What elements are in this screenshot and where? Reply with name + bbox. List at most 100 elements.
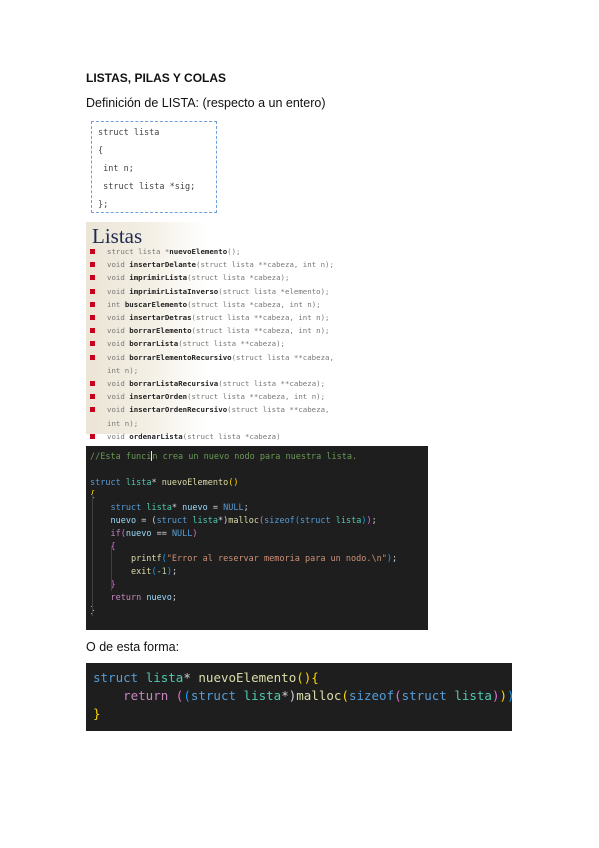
prototype-return-type: void [107, 273, 130, 283]
code-line: exit(-1); [130, 567, 178, 578]
code-token: ) [386, 554, 392, 565]
code-line: { [90, 541, 428, 554]
struct-definition-box: struct lista { int n; struct lista *sig;}… [91, 121, 217, 213]
prototype-item: void imprimirLista(struct lista *cabeza)… [88, 271, 428, 284]
code-token: *) [218, 515, 229, 526]
code-token: * [171, 503, 183, 514]
code-token: ; [171, 592, 178, 603]
code-token: ( [394, 688, 402, 703]
prototype-function-name: insertarOrdenRecursivo [129, 405, 228, 415]
code-token: malloc [228, 515, 259, 526]
code-token: lista [192, 515, 218, 526]
code-token: lista [145, 670, 184, 685]
code-line: printf("Error al reservar memoria para u… [130, 554, 398, 565]
prototype-params: (struct lista **cabeza, int n); [187, 392, 326, 402]
code-line: nuevo = (struct lista*)malloc(sizeof(str… [110, 515, 377, 526]
prototype-item: void insertarOrden(struct lista **cabeza… [88, 390, 428, 403]
prototype-function-name: buscarElemento [124, 299, 188, 309]
list-definition-intro: Definición de LISTA: (respecto a un ente… [86, 96, 326, 110]
prototype-return-type: void [107, 392, 130, 402]
prototype-return-type: void [107, 352, 130, 362]
prototype-item: void borrarListaRecursiva(struct lista *… [88, 377, 428, 390]
code-line: if(nuevo == NULL) [90, 528, 428, 541]
prototype-function-name: borrarListaRecursiva [129, 379, 219, 389]
bullet-icon [90, 433, 95, 439]
code-line: } [90, 579, 428, 592]
prototype-params: (struct lista *cabeza, int n); [187, 299, 321, 309]
code-token: nuevo [146, 592, 172, 603]
prototype-return-type: struct lista * [107, 247, 170, 256]
prototype-return-type: int [107, 299, 125, 309]
code-token: * [183, 670, 199, 685]
code-token: *) [281, 688, 297, 703]
bullet-icon [90, 328, 95, 334]
code-line: struct lista* nuevo = NULL; [90, 502, 428, 515]
prototype-function-name: insertarDetras [129, 313, 192, 323]
code-token: nuevo [110, 515, 137, 526]
prototype-params: (struct lista **cabeza, int n); [191, 326, 330, 336]
code-token: ) [366, 515, 372, 526]
code-line: } [90, 605, 428, 618]
prototype-return-type: void [107, 431, 130, 441]
code-token: ) [507, 688, 512, 703]
code-editor-alternative: struct lista* nuevoElemento(){ return ((… [86, 663, 512, 731]
prototype-params-continued: int n); [107, 365, 139, 375]
prototype-return-type: void [107, 339, 130, 349]
prototype-return-type: void [107, 286, 130, 296]
code-token: printf [130, 554, 162, 565]
code-line: { [90, 489, 428, 502]
prototype-item: void imprimirListaInverso(struct lista *… [88, 285, 428, 298]
code-token: lista [146, 503, 172, 514]
code-token: struct [299, 515, 331, 526]
code-token: () [228, 477, 239, 488]
code-line: } [93, 705, 512, 723]
prototype-item: void insertarDelante(struct lista **cabe… [88, 258, 428, 271]
code-token: lista [454, 688, 492, 703]
prototype-item: int buscarElemento(struct lista *cabeza,… [88, 298, 428, 311]
prototype-item: void borrarElemento(struct lista **cabez… [88, 324, 428, 337]
prototype-function-name: insertarDelante [129, 260, 196, 270]
prototype-params: (struct lista *elemento); [218, 286, 330, 296]
bullet-icon [90, 315, 95, 321]
bullet-icon [90, 275, 95, 281]
code-token: NULL [223, 503, 244, 514]
code-token: if [110, 528, 121, 539]
prototype-item: void ordenarLista(struct lista *cabeza) [88, 430, 428, 443]
bullet-icon [90, 288, 95, 294]
code-token: ) [499, 688, 508, 703]
alternative-form-text: O de esta forma: [86, 640, 180, 654]
prototype-return-type: void [107, 379, 130, 389]
code-token: sizeof [264, 515, 295, 526]
code-token: struct [93, 670, 139, 685]
prototype-params: (struct lista **cabeza, int n); [191, 313, 330, 323]
code-token: lista [243, 688, 282, 703]
prototype-params: (struct lista *cabeza); [187, 273, 290, 283]
code-token: struct [401, 688, 447, 703]
code-token: return [110, 592, 142, 603]
indent-guide [92, 494, 93, 616]
code-token: ) [166, 567, 172, 578]
code-line: return ((struct lista*)malloc(sizeof(str… [93, 687, 512, 705]
prototype-item: void insertarDetras(struct lista **cabez… [88, 311, 428, 324]
struct-line: }; [98, 200, 109, 210]
prototype-item: void borrarLista(struct lista **cabeza); [88, 337, 428, 350]
prototype-params: (struct lista *cabeza) [182, 431, 281, 441]
struct-line: struct lista *sig; [98, 182, 196, 192]
prototype-params: (); [227, 247, 241, 256]
code-token: } [93, 706, 101, 721]
code-token: exit [130, 567, 152, 578]
bullet-icon [90, 301, 95, 307]
prototype-function-name: ordenarLista [129, 431, 183, 441]
code-token: nuevoElemento [161, 477, 229, 488]
code-token: lista [335, 515, 362, 526]
code-token: = ( [136, 515, 157, 526]
code-token: struct [190, 688, 237, 703]
bullet-icon [90, 249, 95, 254]
code-token: lista [125, 477, 152, 488]
prototype-return-type: void [107, 260, 130, 270]
code-token: ( [341, 688, 349, 703]
code-token: ( [183, 688, 191, 703]
prototype-params-continued: int n); [107, 418, 139, 428]
code-token: -1 [156, 567, 167, 578]
